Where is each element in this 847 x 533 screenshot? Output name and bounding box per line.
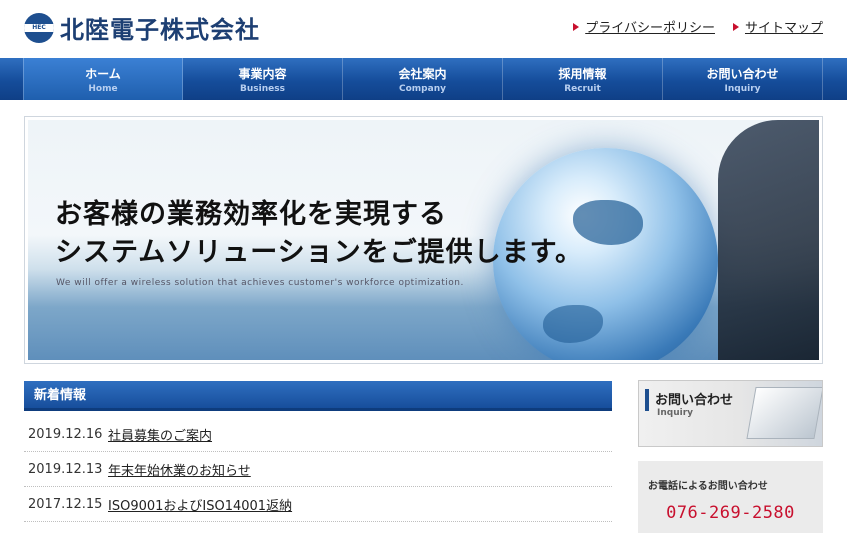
arrow-right-icon xyxy=(732,22,739,31)
company-logo[interactable]: HEC 北陸電子株式会社 xyxy=(24,10,260,45)
nav-item-inquiry[interactable]: お問い合わせ Inquiry xyxy=(663,58,823,100)
privacy-policy-label: プライバシーポリシー xyxy=(585,21,715,36)
company-name: 北陸電子株式会社 xyxy=(60,16,260,44)
news-date: 2019.12.16 xyxy=(28,426,103,442)
businessman-image xyxy=(718,120,819,360)
nav-label: ホーム xyxy=(85,66,121,81)
nav-sublabel: Recruit xyxy=(564,83,601,94)
nav-sublabel: Company xyxy=(399,83,446,94)
logo-mark-icon: HEC xyxy=(24,12,54,43)
hero-subtitle: We will offer a wireless solution that a… xyxy=(56,278,464,288)
nav-item-business[interactable]: 事業内容 Business xyxy=(183,58,343,100)
laptop-image xyxy=(746,387,822,439)
hero-title-line2: システムソリューションをご提供します。 xyxy=(55,237,583,268)
sitemap-label: サイトマップ xyxy=(744,21,823,36)
utility-links: プライバシーポリシー サイトマップ xyxy=(573,17,823,36)
nav-label: 採用情報 xyxy=(558,66,607,81)
privacy-policy-link[interactable]: プライバシーポリシー xyxy=(573,17,715,36)
phone-number[interactable]: 076-269-2580 xyxy=(638,503,823,523)
nav-sublabel: Business xyxy=(240,83,285,94)
sitemap-link[interactable]: サイトマップ xyxy=(732,17,823,36)
nav-label: お問い合わせ xyxy=(706,66,779,81)
inquiry-banner[interactable]: お問い合わせ Inquiry xyxy=(638,380,823,447)
nav-sublabel: Inquiry xyxy=(724,83,761,94)
news-list: 2019.12.16 社員募集のご案内 2019.12.13 年末年始休業のお知… xyxy=(24,417,612,522)
hero-banner: お客様の業務効率化を実現する システムソリューションをご提供します。 We wi… xyxy=(24,116,823,364)
list-item: 2019.12.16 社員募集のご案内 xyxy=(24,417,612,452)
nav-item-home[interactable]: ホーム Home xyxy=(23,58,183,100)
news-title-link[interactable]: ISO9001およびISO14001返納 xyxy=(108,495,292,514)
list-item: 2019.12.13 年末年始休業のお知らせ xyxy=(24,452,612,487)
arrow-right-icon xyxy=(573,22,580,31)
phone-contact-box: お電話によるお問い合わせ 076-269-2580 xyxy=(638,461,823,533)
hero-title-line1: お客様の業務効率化を実現する xyxy=(55,199,447,230)
nav-item-recruit[interactable]: 採用情報 Recruit xyxy=(503,58,663,100)
accent-bar xyxy=(645,389,649,411)
nav-item-company[interactable]: 会社案内 Company xyxy=(343,58,503,100)
list-item: 2017.12.15 ISO9001およびISO14001返納 xyxy=(24,487,612,522)
news-heading: 新着情報 xyxy=(24,381,612,411)
news-date: 2017.12.15 xyxy=(28,496,103,512)
phone-label: お電話によるお問い合わせ xyxy=(648,481,768,492)
news-title-link[interactable]: 年末年始休業のお知らせ xyxy=(108,460,251,479)
news-title-link[interactable]: 社員募集のご案内 xyxy=(108,425,212,444)
nav-sublabel: Home xyxy=(88,83,118,94)
inquiry-banner-subtitle: Inquiry xyxy=(657,408,693,418)
inquiry-banner-title: お問い合わせ xyxy=(655,393,734,408)
news-date: 2019.12.13 xyxy=(28,461,103,477)
nav-label: 事業内容 xyxy=(238,66,287,81)
site-header: HEC 北陸電子株式会社 プライバシーポリシー サイトマップ xyxy=(0,0,847,55)
global-nav: ホーム Home 事業内容 Business 会社案内 Company 採用情報… xyxy=(0,58,847,100)
nav-label: 会社案内 xyxy=(398,66,447,81)
hero-image: お客様の業務効率化を実現する システムソリューションをご提供します。 We wi… xyxy=(28,120,819,360)
logo-mark-text: HEC xyxy=(32,23,46,31)
